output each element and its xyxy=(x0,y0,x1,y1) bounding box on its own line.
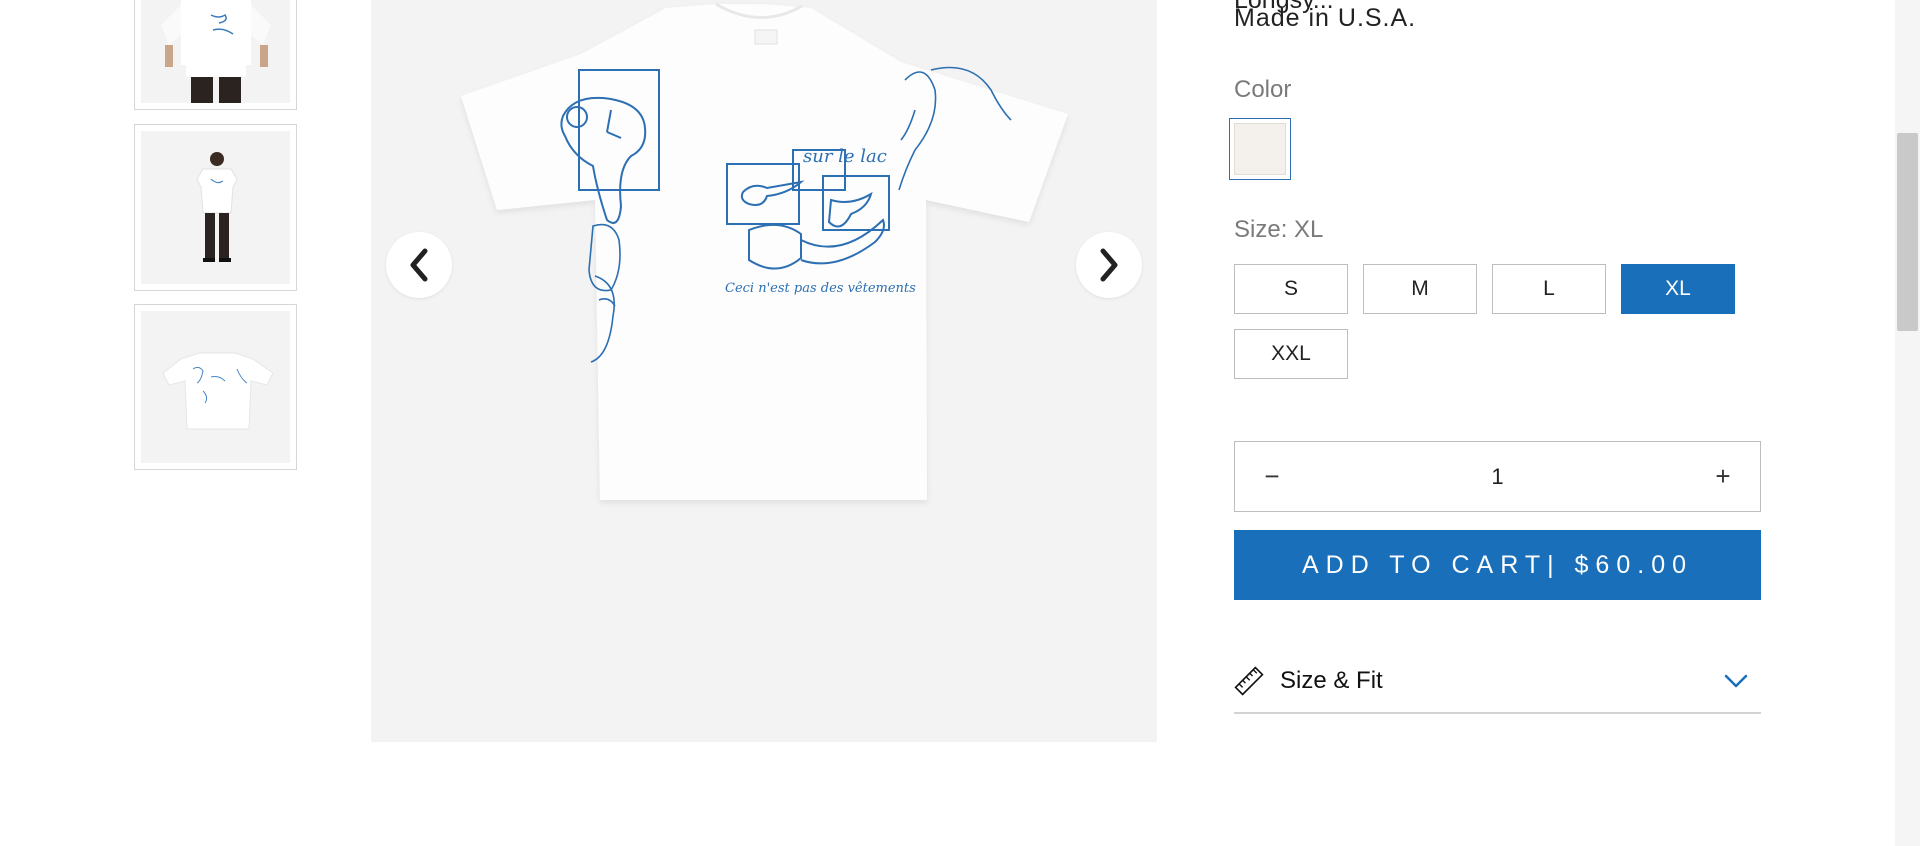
chevron-right-icon xyxy=(1100,248,1118,282)
quantity-value[interactable]: 1 xyxy=(1309,464,1686,490)
quantity-stepper: − 1 + xyxy=(1234,441,1761,512)
add-to-cart-button[interactable]: ADD TO CART| $60.00 xyxy=(1234,530,1761,600)
ruler-icon xyxy=(1234,666,1264,696)
color-swatch-off-white[interactable] xyxy=(1229,118,1291,180)
thumbnail-image xyxy=(141,131,290,284)
color-label: Color xyxy=(1234,76,1292,103)
scrollbar-thumb[interactable] xyxy=(1897,133,1918,331)
next-image-button[interactable] xyxy=(1076,232,1142,298)
thumbnail-image xyxy=(141,311,290,463)
chevron-left-icon xyxy=(410,248,428,282)
thumbnail-front-model[interactable] xyxy=(134,0,297,110)
size-option-xl[interactable]: XL xyxy=(1621,264,1735,314)
quantity-increase-button[interactable]: + xyxy=(1686,442,1760,511)
size-option-xxl[interactable]: XXL xyxy=(1234,329,1348,379)
size-label: Size: XL xyxy=(1234,216,1324,243)
scrollbar-track[interactable] xyxy=(1895,0,1920,846)
shirt-brand-text: sur le lac xyxy=(803,146,887,167)
size-option-l[interactable]: L xyxy=(1492,264,1606,314)
thumbnail-image xyxy=(141,0,290,103)
quantity-decrease-button[interactable]: − xyxy=(1235,442,1309,511)
color-swatch-fill xyxy=(1234,123,1286,175)
tshirt-illustration: sur le lac Ceci n'est pas des vêtements xyxy=(461,2,1068,500)
size-fit-accordion[interactable]: Size & Fit xyxy=(1234,650,1761,714)
thumbnail-back-model[interactable] xyxy=(134,124,297,291)
made-in-text: Made in U.S.A. xyxy=(1234,4,1417,32)
thumbnail-flat-lay[interactable] xyxy=(134,304,297,470)
size-fit-label: Size & Fit xyxy=(1280,667,1383,694)
shirt-caption-text: Ceci n'est pas des vêtements xyxy=(725,281,916,296)
size-option-m[interactable]: M xyxy=(1363,264,1477,314)
previous-image-button[interactable] xyxy=(386,232,452,298)
chevron-down-icon xyxy=(1724,674,1748,688)
size-option-s[interactable]: S xyxy=(1234,264,1348,314)
product-main-image: sur le lac Ceci n'est pas des vêtements xyxy=(371,0,1157,742)
